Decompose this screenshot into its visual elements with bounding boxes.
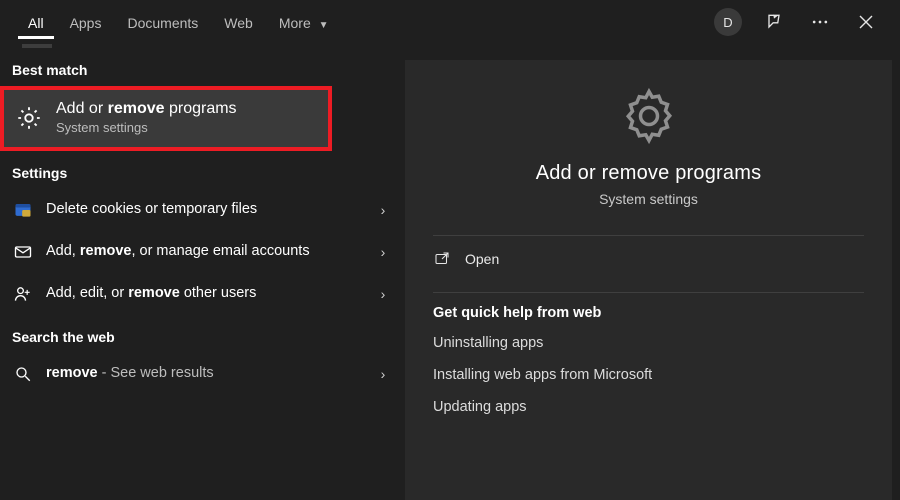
- tab-more[interactable]: More ▼: [269, 5, 339, 39]
- preview-hero: Add or remove programs System settings: [405, 60, 892, 225]
- preview-subtitle: System settings: [599, 191, 698, 207]
- best-match-text: Add or remove programs System settings: [56, 100, 237, 135]
- feedback-icon[interactable]: [760, 8, 788, 36]
- avatar[interactable]: D: [714, 8, 742, 36]
- settings-item-email-accounts[interactable]: Add, remove, or manage email accounts ›: [0, 231, 405, 273]
- browser-cleanup-icon: [12, 199, 34, 221]
- best-match-header: Best match: [0, 48, 405, 86]
- web-result-label: remove - See web results: [46, 364, 361, 384]
- gear-icon: [14, 103, 44, 133]
- quick-link-uninstalling-apps[interactable]: Uninstalling apps: [405, 327, 892, 359]
- search-web-header: Search the web: [0, 315, 405, 353]
- web-result-remove[interactable]: remove - See web results ›: [0, 353, 405, 395]
- preview-pane: Add or remove programs System settings O…: [405, 60, 892, 500]
- search-icon: [12, 363, 34, 385]
- best-match-title-post: programs: [165, 100, 237, 117]
- main-content: Best match Add or remove programs System…: [0, 48, 900, 500]
- settings-item-label: Delete cookies or temporary files: [46, 200, 361, 220]
- tab-all[interactable]: All: [18, 5, 54, 39]
- best-match-subtitle: System settings: [56, 120, 237, 135]
- users-icon: [12, 283, 34, 305]
- quick-link-installing-web-apps[interactable]: Installing web apps from Microsoft: [405, 359, 892, 391]
- chevron-right-icon: ›: [373, 202, 393, 218]
- results-pane: Best match Add or remove programs System…: [0, 48, 405, 500]
- tab-more-label: More: [279, 15, 311, 31]
- top-right-icons: D: [714, 8, 894, 36]
- chevron-right-icon: ›: [373, 366, 393, 382]
- open-action[interactable]: Open: [405, 236, 892, 282]
- more-options-icon[interactable]: [806, 8, 834, 36]
- gear-icon: [617, 84, 681, 148]
- chevron-right-icon: ›: [373, 286, 393, 302]
- best-match-title-bold: remove: [108, 100, 165, 117]
- open-label: Open: [465, 251, 499, 267]
- settings-item-other-users[interactable]: Add, edit, or remove other users ›: [0, 273, 405, 315]
- tab-documents[interactable]: Documents: [117, 5, 208, 39]
- chevron-down-icon: ▼: [319, 20, 329, 31]
- quick-help-header: Get quick help from web: [405, 293, 892, 327]
- settings-item-delete-cookies[interactable]: Delete cookies or temporary files ›: [0, 189, 405, 231]
- quick-link-updating-apps[interactable]: Updating apps: [405, 391, 892, 423]
- close-icon[interactable]: [852, 8, 880, 36]
- search-scope-tabs: All Apps Documents Web More ▼: [18, 5, 339, 39]
- tab-web[interactable]: Web: [214, 5, 263, 39]
- open-icon: [433, 250, 451, 268]
- mail-icon: [12, 241, 34, 263]
- top-bar: All Apps Documents Web More ▼ D: [0, 0, 900, 44]
- best-match-add-remove-programs[interactable]: Add or remove programs System settings: [0, 86, 332, 151]
- best-match-title-pre: Add or: [56, 100, 108, 117]
- tab-apps[interactable]: Apps: [60, 5, 112, 39]
- chevron-right-icon: ›: [373, 244, 393, 260]
- settings-item-label: Add, edit, or remove other users: [46, 284, 361, 304]
- settings-item-label: Add, remove, or manage email accounts: [46, 242, 361, 262]
- settings-header: Settings: [0, 151, 405, 189]
- preview-title: Add or remove programs: [536, 162, 762, 185]
